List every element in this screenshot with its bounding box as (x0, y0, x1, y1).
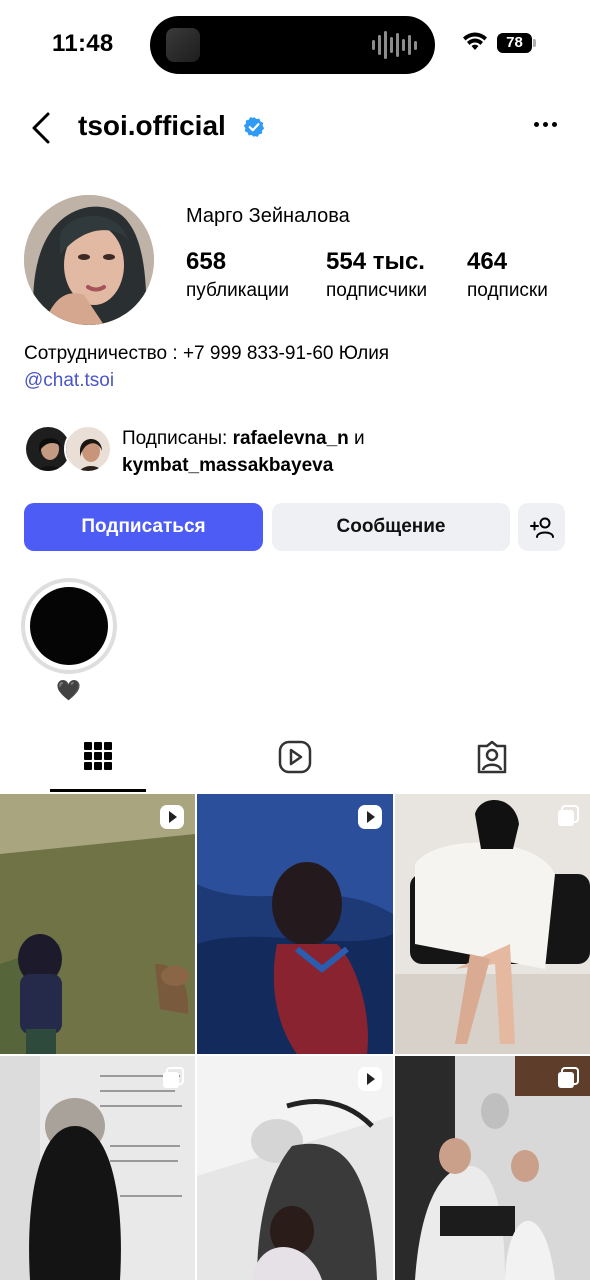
stat-following[interactable]: 464 подписки (467, 248, 548, 302)
battery-icon: 78 (497, 33, 537, 53)
story-highlight[interactable] (21, 578, 117, 674)
mutual-prefix: Подписаны: (122, 428, 233, 449)
grid-post[interactable] (0, 794, 195, 1054)
status-time: 11:48 (52, 30, 114, 57)
stat-following-label: подписки (467, 280, 548, 301)
reels-icon (278, 740, 312, 774)
grid-icon (84, 742, 112, 770)
battery-level: 78 (497, 33, 532, 53)
stat-followers[interactable]: 554 тыс. подписчики (326, 248, 427, 302)
stat-posts-label: публикации (186, 280, 290, 301)
profile-username: tsoi.official (78, 110, 226, 141)
carousel-badge-icon (558, 1067, 579, 1088)
add-person-icon (529, 517, 554, 538)
verified-badge-icon (243, 117, 265, 137)
tab-reels[interactable] (247, 740, 343, 792)
back-icon[interactable] (28, 110, 56, 146)
bio-link[interactable]: @chat.tsoi (24, 370, 114, 392)
reel-badge-icon (160, 805, 184, 829)
profile-full-name: Марго Зейналова (186, 205, 350, 227)
mutual-follower-avatar (64, 425, 112, 473)
reel-badge-icon (358, 805, 382, 829)
carousel-badge-icon (558, 805, 579, 826)
dynamic-island (150, 16, 435, 74)
wifi-icon (463, 32, 487, 50)
mutual-followers-text[interactable]: Подписаны: rafaelevna_n и kymbat_massakb… (122, 425, 365, 479)
more-options-icon[interactable] (534, 122, 557, 127)
mutual-user-2[interactable]: kymbat_massakbayeva (122, 455, 333, 476)
mutual-user-1[interactable]: rafaelevna_n (233, 428, 349, 449)
tab-tagged[interactable] (444, 740, 540, 792)
grid-post[interactable] (395, 794, 590, 1054)
audio-wave-icon (372, 30, 417, 60)
stat-followers-value: 554 тыс. (326, 248, 425, 275)
profile-bio: Сотрудничество : +7 999 833-91-60 Юлия (24, 343, 390, 364)
grid-post[interactable] (197, 1056, 393, 1280)
grid-post[interactable] (395, 1056, 590, 1280)
carousel-badge-icon (163, 1067, 184, 1088)
status-bar: 11:48 78 (0, 0, 590, 90)
stat-following-value: 464 (467, 248, 508, 275)
stat-posts[interactable]: 658 публикации (186, 248, 289, 302)
suggest-user-button[interactable] (518, 503, 565, 551)
highlight-cover (30, 587, 108, 665)
reel-badge-icon (358, 1067, 382, 1091)
profile-avatar[interactable] (24, 195, 154, 325)
highlight-label: 🖤 (56, 680, 81, 702)
stat-followers-label: подписчики (326, 280, 428, 301)
mutual-followers-avatars[interactable] (24, 425, 114, 475)
follow-button[interactable]: Подписаться (24, 503, 263, 551)
now-playing-thumbnail (166, 28, 200, 62)
stat-posts-value: 658 (186, 248, 227, 275)
active-tab-indicator (50, 789, 146, 792)
message-button[interactable]: Сообщение (272, 503, 510, 551)
grid-post[interactable] (0, 1056, 195, 1280)
mutual-joiner: и (348, 428, 365, 449)
grid-post[interactable] (197, 794, 393, 1054)
tab-grid[interactable] (50, 740, 146, 792)
tagged-person-icon (477, 740, 507, 774)
profile-header: tsoi.official (0, 100, 590, 156)
